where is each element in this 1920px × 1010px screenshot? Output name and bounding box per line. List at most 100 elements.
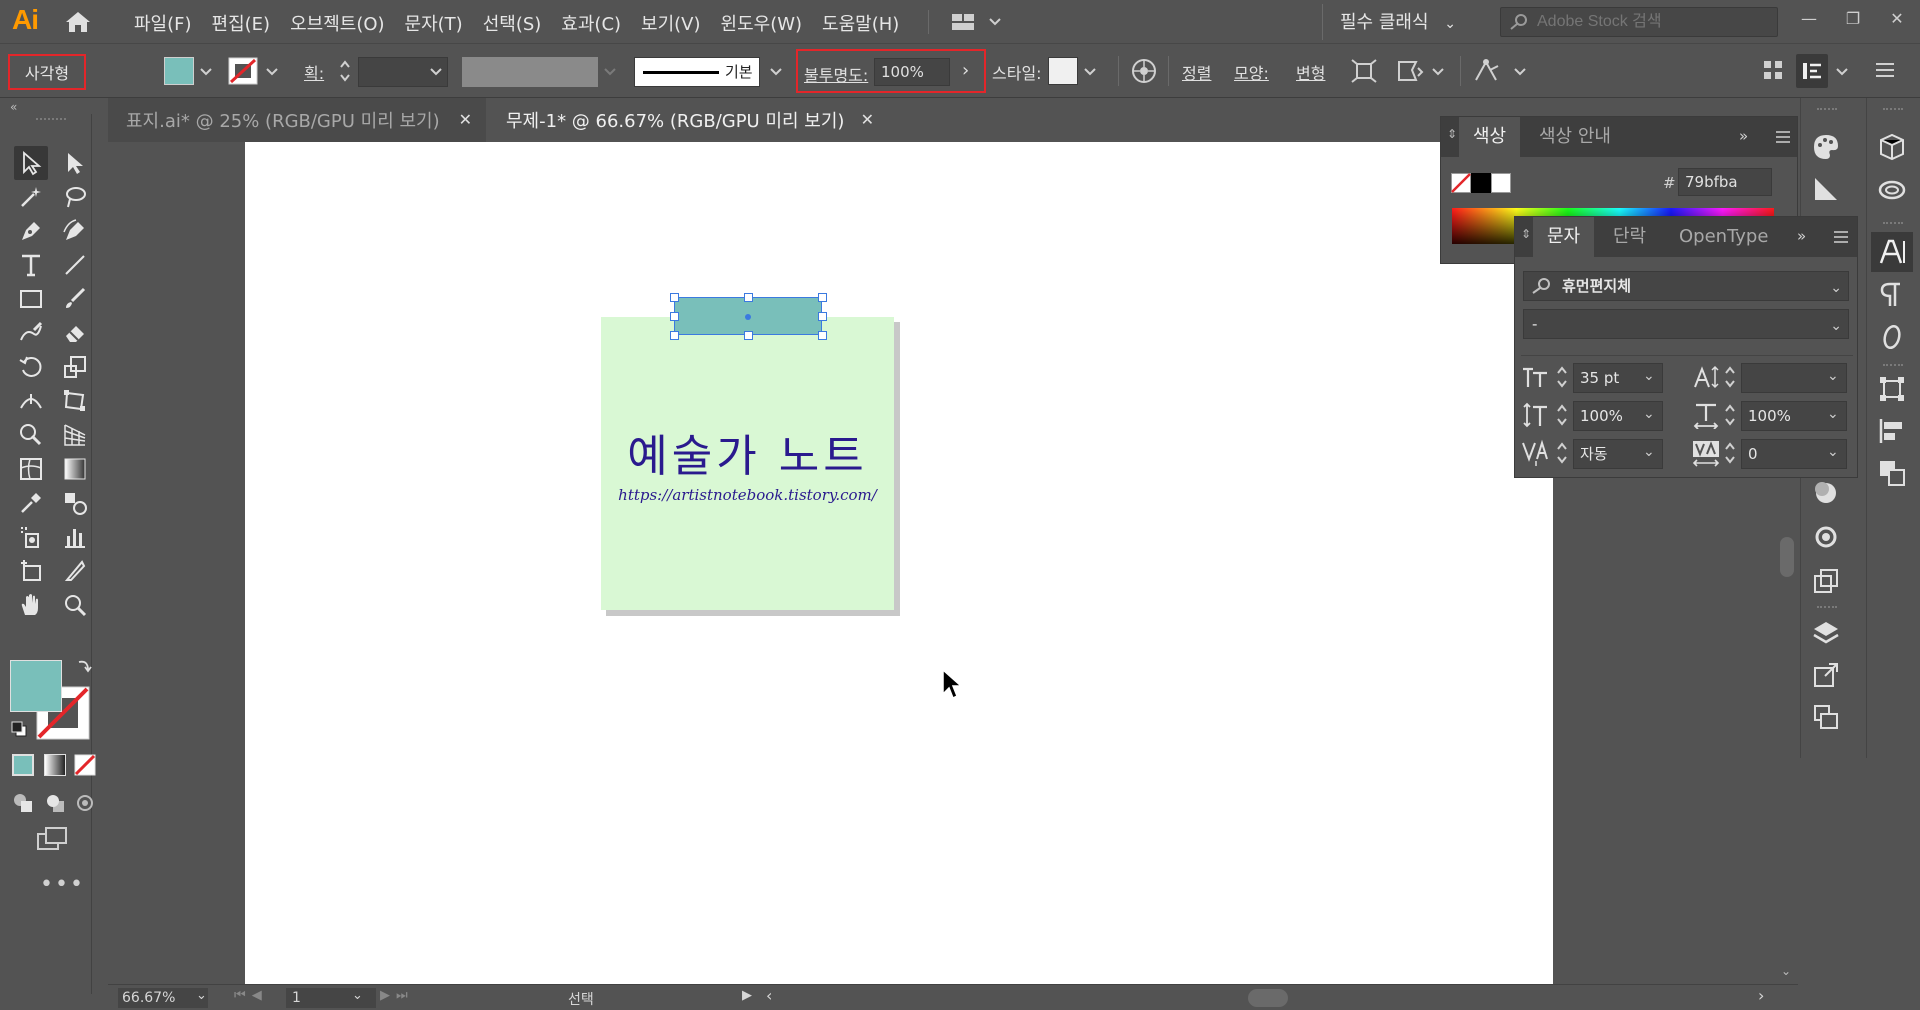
white-swatch[interactable] <box>1491 173 1511 193</box>
panel-expand-icon[interactable]: » <box>1797 227 1806 245</box>
stock-search-input[interactable] <box>1537 13 1767 31</box>
change-screen-mode-icon[interactable] <box>36 826 70 852</box>
tab-cover-doc[interactable]: 표지.ai* @ 25% (RGB/GPU 미리 보기) ✕ <box>108 98 486 142</box>
next-last-artboard-icon[interactable]: ▶⏭ <box>380 988 414 1003</box>
chevron-down-icon[interactable]: ⌄ <box>1827 444 1839 460</box>
tracking-stepper[interactable] <box>1723 439 1737 467</box>
kerning-stepper[interactable] <box>1555 439 1569 467</box>
chevron-down-icon[interactable]: ⌄ <box>1830 312 1842 340</box>
chevron-down-icon[interactable]: ⌄ <box>1827 368 1839 384</box>
selection-handle[interactable] <box>670 331 679 340</box>
draw-inside-icon[interactable] <box>74 792 96 814</box>
scale-tool[interactable] <box>58 350 92 384</box>
restore-button[interactable]: ❐ <box>1840 6 1866 32</box>
stroke-none-swatch[interactable] <box>228 57 258 85</box>
menu-edit[interactable]: 편집(E) <box>202 8 281 38</box>
tab-color-guide[interactable]: 색상 안내 <box>1525 117 1625 157</box>
font-style-dropdown[interactable]: - ⌄ <box>1523 309 1849 339</box>
eraser-tool[interactable] <box>58 316 92 350</box>
isolate-selected-icon[interactable] <box>1350 58 1378 84</box>
hex-color-field[interactable]: 79bfba <box>1678 168 1772 196</box>
leading-stepper[interactable] <box>1723 363 1737 391</box>
stroke-weight-stepper[interactable] <box>338 57 352 85</box>
workspace-switcher[interactable]: 필수 클래식 ⌄ <box>1340 8 1456 34</box>
grid-view-icon[interactable] <box>1762 59 1784 81</box>
lasso-tool[interactable] <box>58 180 92 214</box>
vertical-scroll-thumb[interactable] <box>1780 537 1794 577</box>
menu-view[interactable]: 보기(V) <box>631 8 710 38</box>
draw-behind-icon[interactable] <box>44 792 66 814</box>
paragraph-icon[interactable] <box>1877 280 1907 310</box>
artboard-tool[interactable] <box>14 554 48 588</box>
graphic-style-swatch[interactable] <box>1048 57 1078 85</box>
selection-handle[interactable] <box>670 293 679 302</box>
graphic-styles-icon[interactable] <box>1811 522 1841 552</box>
selection-handle[interactable] <box>818 331 827 340</box>
transform-panel-icon[interactable] <box>1877 374 1907 404</box>
column-graph-tool[interactable] <box>58 520 92 554</box>
envelope-distort-icon[interactable] <box>1396 58 1426 84</box>
panel-expand-icon[interactable]: » <box>1739 127 1748 145</box>
eyedropper-tool[interactable] <box>14 486 48 520</box>
chevron-down-icon[interactable]: ⌄ <box>1643 406 1655 422</box>
gradient-mode-button[interactable] <box>44 754 66 776</box>
zoom-level-field[interactable]: 66.67% <box>118 988 208 1008</box>
libraries-icon[interactable] <box>1877 132 1907 162</box>
zoom-tool[interactable] <box>58 588 92 622</box>
menu-effect[interactable]: 효과(C) <box>551 8 631 38</box>
panel-menu-icon[interactable] <box>1775 130 1791 144</box>
vertical-scale-stepper[interactable] <box>1555 401 1569 429</box>
magic-wand-tool[interactable] <box>14 180 48 214</box>
selection-handle[interactable] <box>818 293 827 302</box>
direct-selection-tool[interactable] <box>58 146 92 180</box>
tab-character[interactable]: 문자 <box>1533 217 1595 257</box>
variable-width-profile[interactable] <box>462 57 598 87</box>
font-size-stepper[interactable] <box>1555 363 1569 391</box>
slice-tool[interactable] <box>58 554 92 588</box>
paintbrush-tool[interactable] <box>58 282 92 316</box>
close-tab-icon[interactable]: ✕ <box>459 110 472 129</box>
chevron-down-icon[interactable] <box>264 64 280 80</box>
type-tool[interactable] <box>14 248 48 282</box>
fill-swatch[interactable] <box>164 57 194 85</box>
dock-grip[interactable] <box>1883 108 1903 110</box>
control-menu-icon[interactable] <box>1874 60 1896 80</box>
horizontal-scale-stepper[interactable] <box>1723 401 1737 429</box>
color-palette-icon[interactable] <box>1811 132 1841 162</box>
horizontal-scroll-thumb[interactable] <box>1248 989 1288 1007</box>
scroll-down-icon[interactable]: ⌄ <box>1781 964 1791 978</box>
swap-colors-icon[interactable] <box>76 658 92 674</box>
chevron-down-icon[interactable]: ⌄ <box>1830 274 1842 302</box>
chevron-down-icon[interactable] <box>198 64 214 80</box>
layers-icon[interactable] <box>1811 618 1841 648</box>
width-tool[interactable] <box>14 384 48 418</box>
chevron-down-icon[interactable]: ⌄ <box>352 988 363 1003</box>
dock-grip[interactable] <box>1817 606 1837 608</box>
shape-link[interactable]: 모양: <box>1234 60 1269 84</box>
color-guide-icon[interactable] <box>1811 174 1841 204</box>
fill-color-large-swatch[interactable] <box>10 660 62 712</box>
shaper-tool[interactable] <box>14 316 48 350</box>
brush-definition[interactable]: 기본 <box>634 57 760 87</box>
line-segment-tool[interactable] <box>58 248 92 282</box>
tab-untitled-doc[interactable]: 무제-1* @ 66.67% (RGB/GPU 미리 보기) ✕ <box>488 98 888 142</box>
none-mode-button[interactable] <box>74 754 96 776</box>
tab-opentype[interactable]: OpenType <box>1665 217 1782 257</box>
selection-handle[interactable] <box>818 312 827 321</box>
menu-window[interactable]: 윈도우(W) <box>711 8 813 38</box>
curvature-tool[interactable] <box>58 214 92 248</box>
symbol-sprayer-tool[interactable] <box>14 520 48 554</box>
mesh-tool[interactable] <box>14 452 48 486</box>
toolbar-grip[interactable] <box>36 118 66 124</box>
panel-reorder-icon[interactable]: ⇕ <box>1447 127 1457 141</box>
perspective-grid-tool[interactable] <box>58 418 92 452</box>
status-menu-arrow-icon[interactable]: ▶ <box>742 988 752 1003</box>
chevron-down-icon[interactable] <box>1834 64 1850 80</box>
dock-grip[interactable] <box>1817 108 1837 110</box>
scroll-left-icon[interactable]: ‹ <box>766 986 772 1005</box>
hand-tool[interactable] <box>14 588 48 622</box>
chevron-right-icon[interactable]: › <box>962 60 969 81</box>
creative-cloud-icon[interactable] <box>1877 174 1907 204</box>
scroll-right-icon[interactable]: › <box>1758 986 1764 1005</box>
panel-menu-icon[interactable] <box>1833 230 1849 244</box>
